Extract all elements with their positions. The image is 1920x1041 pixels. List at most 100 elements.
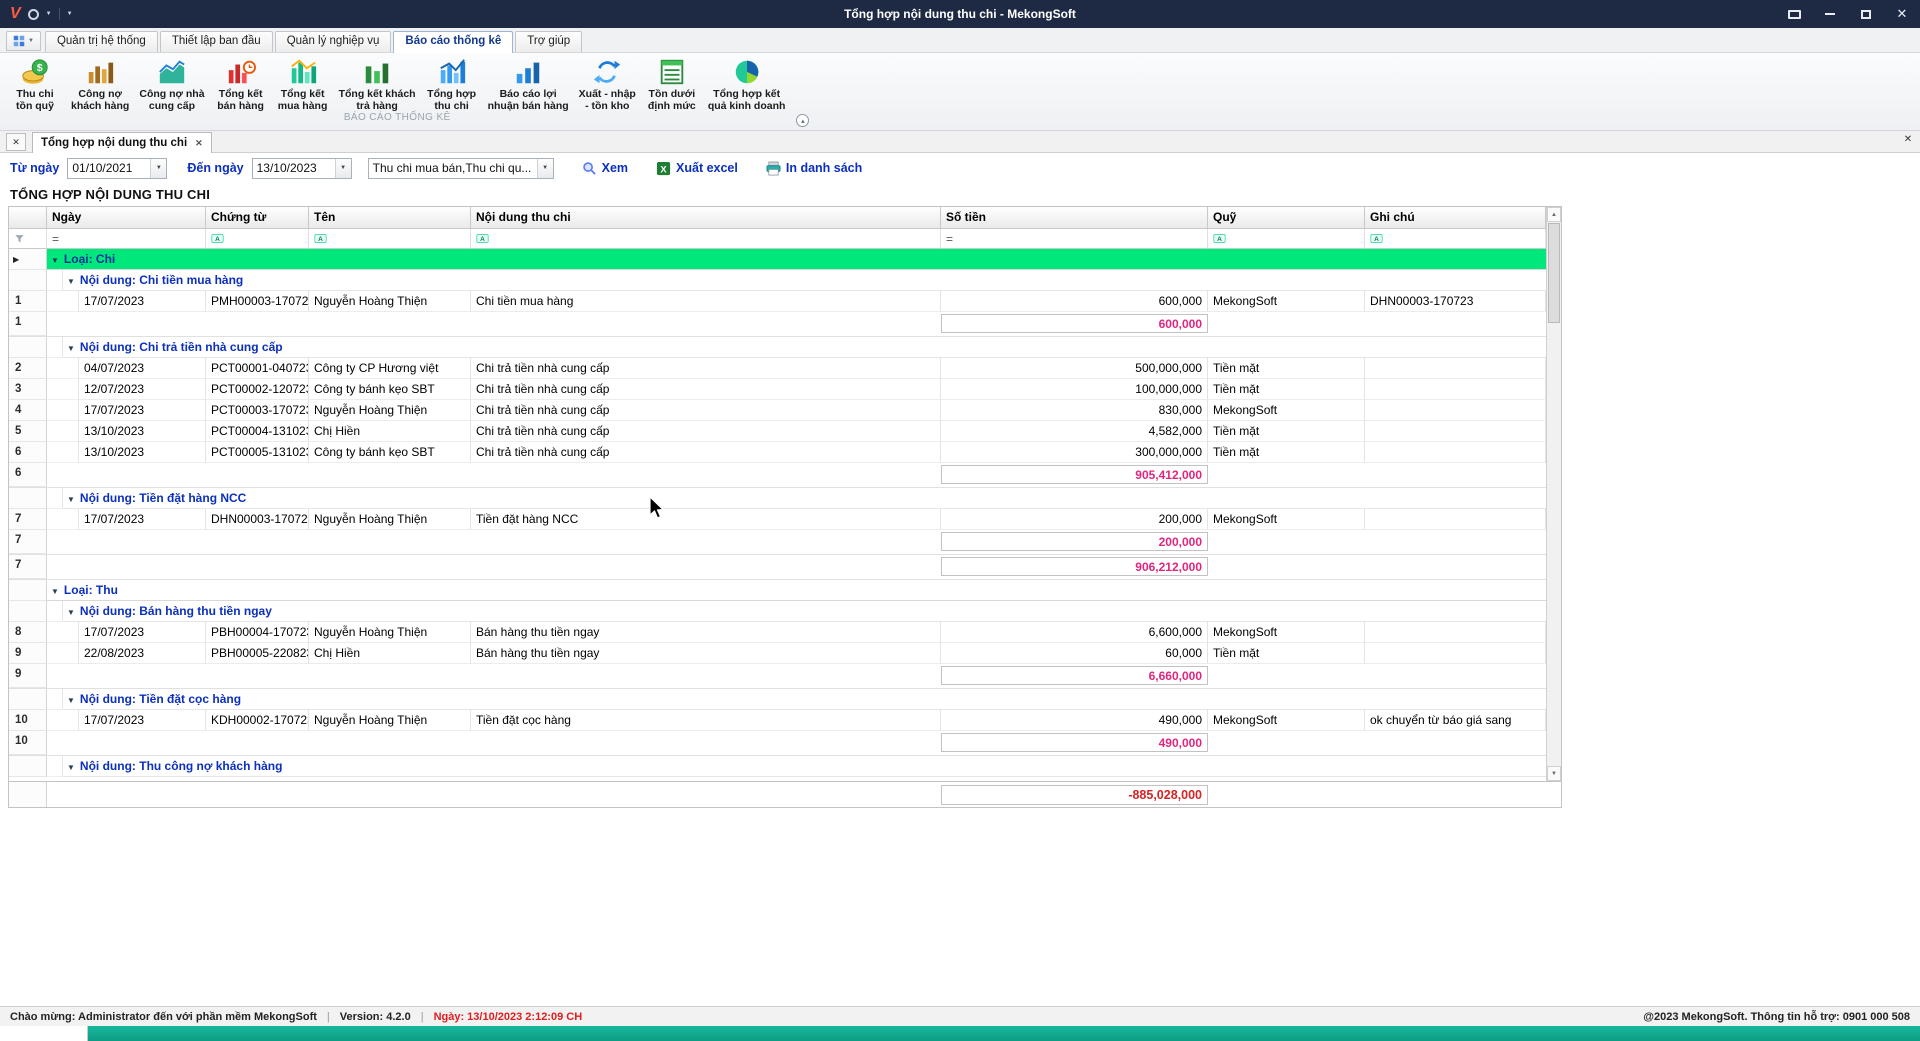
collapse-group-icon[interactable]: ▼ bbox=[67, 763, 75, 772]
chevron-down-icon[interactable]: ▼ bbox=[537, 159, 553, 178]
cell-fund[interactable]: Tiền mặt bbox=[1208, 442, 1365, 463]
cell-name[interactable]: Nguyễn Hoàng Thiện bbox=[309, 509, 471, 530]
filter-row-indicator[interactable] bbox=[9, 229, 47, 249]
scroll-down-button[interactable]: ▼ bbox=[1547, 766, 1561, 781]
filter-cell-3[interactable]: A bbox=[309, 229, 471, 249]
group-row-level2[interactable]: ▼Nội dung: Chi trả tiền nhà cung cấp bbox=[9, 337, 1546, 358]
column-header-3[interactable]: Tên bbox=[309, 207, 471, 229]
view-button[interactable]: Xem bbox=[572, 161, 638, 176]
cell-document[interactable]: PCT00002-120723 bbox=[206, 379, 309, 400]
cell-note[interactable] bbox=[1365, 622, 1546, 643]
cell-content[interactable]: Tiền đặt hàng NCC bbox=[471, 509, 941, 530]
cell-date[interactable]: 17/07/2023 bbox=[79, 509, 206, 530]
cell-document[interactable]: PCT00003-170723 bbox=[206, 400, 309, 421]
cell-date[interactable]: 12/07/2023 bbox=[79, 379, 206, 400]
filter-cell-6[interactable]: A bbox=[1208, 229, 1365, 249]
collapse-group-icon[interactable]: ▼ bbox=[67, 608, 75, 617]
cell-content[interactable]: Chi trả tiền nhà cung cấp bbox=[471, 358, 941, 379]
document-tab[interactable]: Tổng hợp nội dung thu chi ✕ bbox=[32, 132, 212, 153]
cell-fund[interactable]: Tiền mặt bbox=[1208, 358, 1365, 379]
cell-date[interactable]: 17/07/2023 bbox=[79, 291, 206, 312]
cell-amount[interactable]: 60,000 bbox=[941, 643, 1208, 664]
chevron-down-icon[interactable]: ▼ bbox=[335, 159, 351, 178]
category-filter-select[interactable]: Thu chi mua bán,Thu chi qu... ▼ bbox=[368, 158, 554, 179]
cell-name[interactable]: Công ty bánh kẹo SBT bbox=[309, 379, 471, 400]
close-tab-button-right[interactable]: ✕ bbox=[1900, 134, 1916, 145]
group-label[interactable]: ▼Loại: Chi bbox=[47, 249, 1546, 270]
cell-fund[interactable]: Tiền mặt bbox=[1208, 643, 1365, 664]
ribbon-item-below-minimum-list[interactable]: Tồn dưới định mức bbox=[641, 55, 703, 112]
grid-launcher-button[interactable]: ▼ bbox=[6, 31, 41, 51]
ribbon-item-income-expense[interactable]: Tổng hợp thu chi bbox=[421, 55, 483, 112]
ribbon-item-supplier-debt[interactable]: Công nợ nhà cung cấp bbox=[134, 55, 209, 112]
cell-document[interactable]: DHN00003-170723 bbox=[206, 509, 309, 530]
to-date-input[interactable]: 13/10/2023 ▼ bbox=[252, 158, 352, 179]
cell-fund[interactable]: MekongSoft bbox=[1208, 291, 1365, 312]
chevron-down-icon[interactable]: ▼ bbox=[150, 159, 166, 178]
cell-document[interactable]: PMH00003-170723 bbox=[206, 291, 309, 312]
cell-content[interactable]: Chi trả tiền nhà cung cấp bbox=[471, 379, 941, 400]
cell-document[interactable]: PBH00004-170723 bbox=[206, 622, 309, 643]
group-label[interactable]: ▼Nội dung: Tiền đặt cọc hàng bbox=[63, 689, 1546, 710]
cell-content[interactable]: Chi trả tiền nhà cung cấp bbox=[471, 400, 941, 421]
collapse-group-icon[interactable]: ▼ bbox=[67, 696, 75, 705]
print-list-button[interactable]: In danh sách bbox=[756, 161, 872, 176]
grid-data-row[interactable]: 204/07/2023PCT00001-040723Công ty CP Hươ… bbox=[9, 358, 1546, 379]
maximize-button[interactable] bbox=[1848, 0, 1884, 28]
collapse-group-icon[interactable]: ▼ bbox=[67, 495, 75, 504]
group-row-level2[interactable]: ▼Nội dung: Chi tiền mua hàng bbox=[9, 270, 1546, 291]
collapse-group-icon[interactable]: ▼ bbox=[51, 587, 59, 596]
cell-document[interactable]: PCT00005-131023 bbox=[206, 442, 309, 463]
group-label[interactable]: ▼Nội dung: Chi trả tiền nhà cung cấp bbox=[63, 337, 1546, 358]
cell-note[interactable] bbox=[1365, 400, 1546, 421]
cell-fund[interactable]: MekongSoft bbox=[1208, 400, 1365, 421]
menu-tab-0[interactable]: Quản trị hệ thống bbox=[45, 31, 158, 52]
menu-tab-2[interactable]: Quản lý nghiệp vụ bbox=[275, 31, 392, 52]
group-row-level2[interactable]: ▼Nội dung: Tiền đặt cọc hàng bbox=[9, 689, 1546, 710]
close-tab-button-left[interactable]: ✕ bbox=[6, 133, 26, 151]
group-label[interactable]: ▼Nội dung: Tiền đặt hàng NCC bbox=[63, 488, 1546, 509]
collapse-group-icon[interactable]: ▼ bbox=[51, 256, 59, 265]
cell-name[interactable]: Chị Hiền bbox=[309, 421, 471, 442]
cell-date[interactable]: 17/07/2023 bbox=[79, 710, 206, 731]
cell-note[interactable] bbox=[1365, 509, 1546, 530]
cell-name[interactable]: Công ty CP Hương việt bbox=[309, 358, 471, 379]
ribbon-item-customer-debt[interactable]: Công nợ khách hàng bbox=[66, 55, 134, 112]
menu-tab-4[interactable]: Trợ giúp bbox=[515, 31, 582, 52]
group-row-level2[interactable]: ▼Nội dung: Tiền đặt hàng NCC bbox=[9, 488, 1546, 509]
collapse-ribbon-button[interactable]: ▴ bbox=[796, 114, 809, 127]
cell-date[interactable]: 22/08/2023 bbox=[79, 643, 206, 664]
grid-data-row[interactable]: 922/08/2023PBH00005-220823Chị HiềnBán hà… bbox=[9, 643, 1546, 664]
cell-amount[interactable]: 490,000 bbox=[941, 710, 1208, 731]
grid-data-row[interactable]: 717/07/2023DHN00003-170723Nguyễn Hoàng T… bbox=[9, 509, 1546, 530]
minimize-button[interactable] bbox=[1812, 0, 1848, 28]
toolbar-options-icon[interactable]: ▼ bbox=[67, 11, 73, 17]
cell-name[interactable]: Nguyễn Hoàng Thiện bbox=[309, 291, 471, 312]
cell-amount[interactable]: 200,000 bbox=[941, 509, 1208, 530]
cell-amount[interactable]: 600,000 bbox=[941, 291, 1208, 312]
vertical-scrollbar[interactable]: ▲ ▼ bbox=[1546, 207, 1561, 781]
cell-content[interactable]: Chi tiền mua hàng bbox=[471, 291, 941, 312]
column-header-4[interactable]: Nội dung thu chi bbox=[471, 207, 941, 229]
column-header-7[interactable]: Ghi chú bbox=[1365, 207, 1546, 229]
ribbon-item-sales-summary[interactable]: Tổng kết bán hàng bbox=[210, 55, 272, 112]
cell-date[interactable]: 13/10/2023 bbox=[79, 421, 206, 442]
grid-data-row[interactable]: 1017/07/2023KDH00002-170723Nguyễn Hoàng … bbox=[9, 710, 1546, 731]
cell-note[interactable]: ok chuyển từ báo giá sang bbox=[1365, 710, 1546, 731]
grid-data-row[interactable]: 312/07/2023PCT00002-120723Công ty bánh k… bbox=[9, 379, 1546, 400]
filter-cell-4[interactable]: A bbox=[471, 229, 941, 249]
cell-note[interactable] bbox=[1365, 643, 1546, 664]
group-row-level2[interactable]: ▼Nội dung: Thu công nợ khách hàng bbox=[9, 756, 1546, 777]
fullscreen-button[interactable] bbox=[1776, 0, 1812, 28]
column-header-5[interactable]: Số tiền bbox=[941, 207, 1208, 229]
ribbon-item-purchase-summary[interactable]: Tổng kết mua hàng bbox=[272, 55, 334, 112]
cell-content[interactable]: Chi trả tiền nhà cung cấp bbox=[471, 442, 941, 463]
scrollbar-thumb[interactable] bbox=[1548, 223, 1560, 323]
cell-content[interactable]: Chi trả tiền nhà cung cấp bbox=[471, 421, 941, 442]
ribbon-item-profit-report[interactable]: Báo cáo lợi nhuận bán hàng bbox=[483, 55, 574, 112]
filter-cell-5[interactable]: = bbox=[941, 229, 1208, 249]
quick-access-circle-icon[interactable] bbox=[28, 9, 39, 20]
ribbon-item-cash-coin[interactable]: $Thu chi tồn quỹ bbox=[4, 55, 66, 112]
cell-fund[interactable]: Tiền mặt bbox=[1208, 421, 1365, 442]
cell-name[interactable]: Nguyễn Hoàng Thiện bbox=[309, 710, 471, 731]
